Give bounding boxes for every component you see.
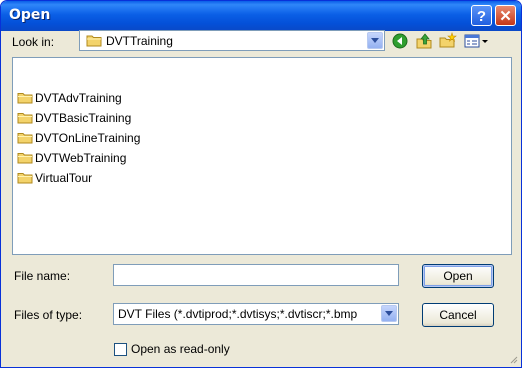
folder-name: DVTOnLineTraining (35, 131, 141, 145)
file-list[interactable]: DVTAdvTraining DVTBasicTraining DVTOnLin… (12, 57, 512, 255)
files-of-type-value: DVT Files (*.dvtiprod;*.dvtisys;*.dvtisc… (118, 307, 358, 321)
list-item[interactable]: DVTBasicTraining (17, 110, 131, 126)
files-of-type-dropdown[interactable]: DVT Files (*.dvtiprod;*.dvtisys;*.dvtisc… (113, 303, 399, 325)
view-menu-icon[interactable] (463, 31, 489, 51)
look-in-label: Look in: (12, 35, 55, 49)
list-item[interactable]: DVTWebTraining (17, 150, 126, 166)
chevron-down-icon[interactable] (367, 32, 383, 49)
folder-icon (17, 173, 33, 184)
look-in-dropdown[interactable]: DVTTraining (79, 30, 385, 51)
cancel-button[interactable]: Cancel (422, 303, 494, 327)
read-only-checkbox[interactable] (114, 343, 127, 356)
title-bar[interactable]: Open ? ✕ (1, 1, 521, 31)
open-button[interactable]: Open (422, 264, 494, 288)
folder-icon (17, 93, 33, 104)
folder-icon (17, 153, 33, 164)
file-name-label: File name: (14, 269, 71, 283)
folder-name: DVTAdvTraining (35, 91, 122, 105)
list-item[interactable]: DVTAdvTraining (17, 90, 122, 106)
folder-icon (17, 133, 33, 144)
open-dialog: Open ? ✕ Look in: DVTTraining DVTAdvTrai… (0, 0, 522, 368)
new-folder-icon[interactable] (438, 31, 458, 51)
folder-icon (86, 35, 102, 47)
back-icon[interactable] (390, 31, 410, 51)
chevron-down-icon[interactable] (381, 305, 397, 322)
folder-name: VirtualTour (35, 171, 93, 185)
read-only-label: Open as read-only (131, 342, 230, 356)
folder-icon (17, 113, 33, 124)
window-title: Open (9, 7, 51, 23)
folder-name: DVTWebTraining (35, 151, 127, 165)
files-of-type-label: Files of type: (14, 308, 83, 322)
look-in-value: DVTTraining (106, 34, 173, 48)
file-name-input[interactable] (113, 264, 399, 286)
folder-name: DVTBasicTraining (35, 111, 132, 125)
resize-grip-icon[interactable] (508, 354, 518, 364)
list-item[interactable]: VirtualTour (17, 170, 92, 186)
close-button[interactable]: ✕ (495, 5, 516, 26)
help-button[interactable]: ? (471, 5, 492, 26)
up-folder-icon[interactable] (414, 31, 434, 51)
list-item[interactable]: DVTOnLineTraining (17, 130, 140, 146)
